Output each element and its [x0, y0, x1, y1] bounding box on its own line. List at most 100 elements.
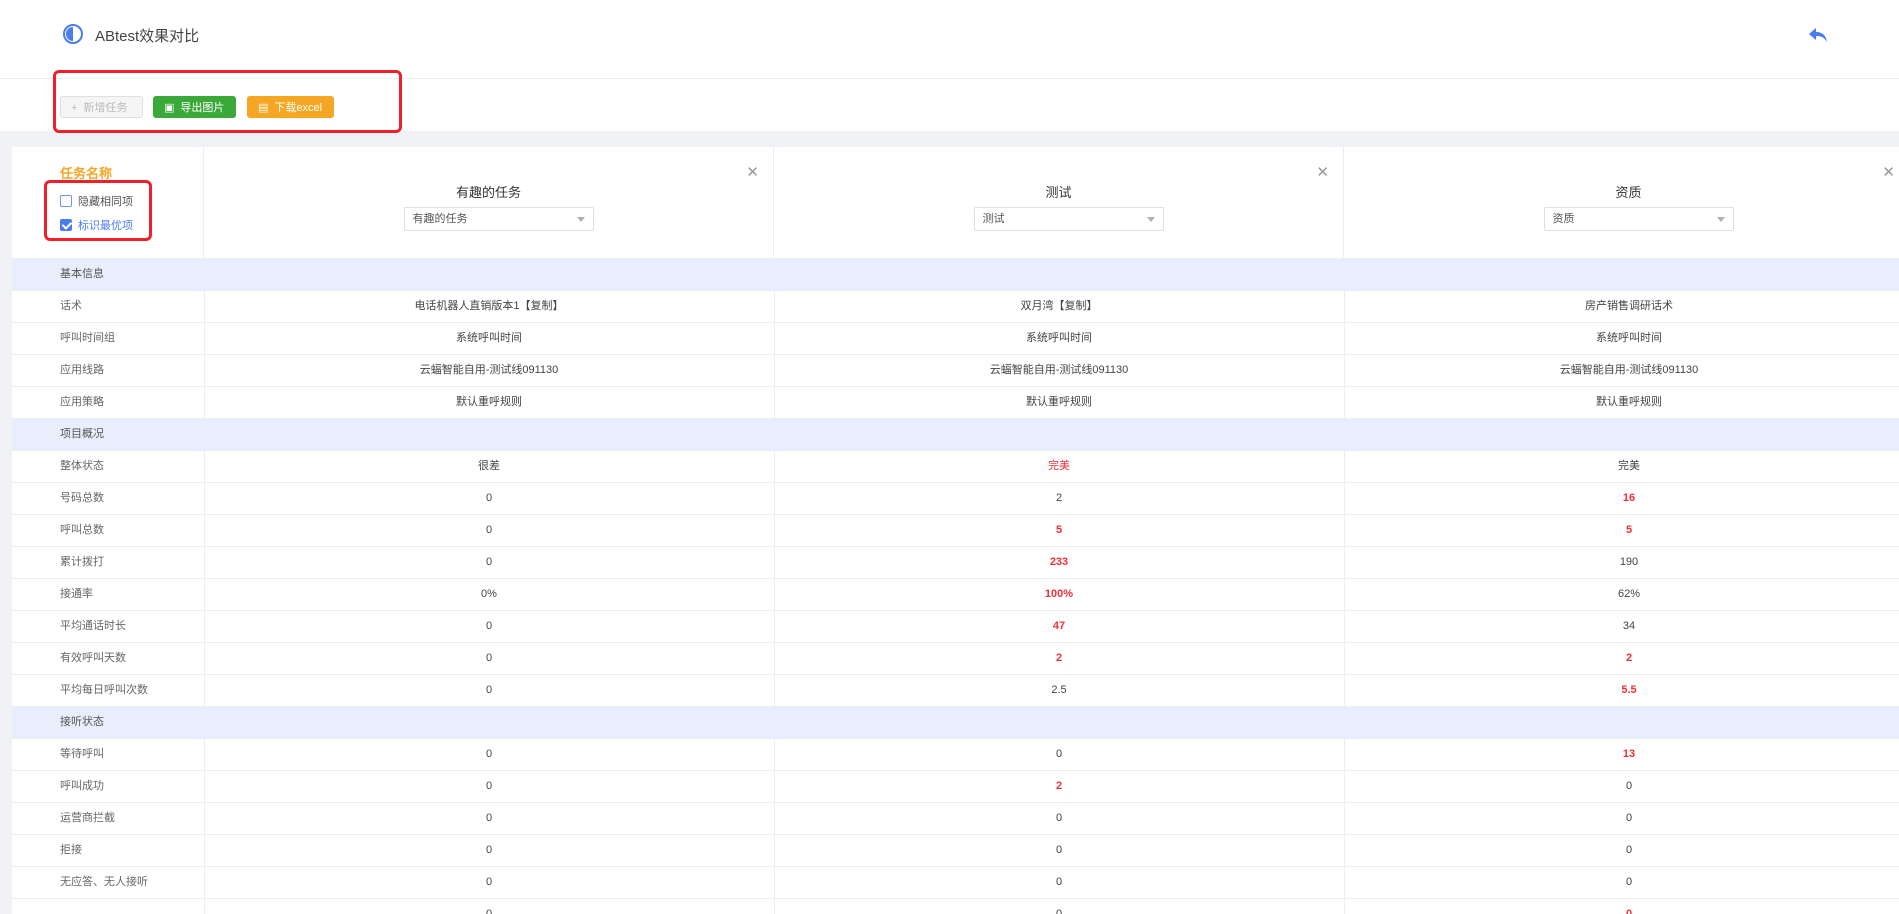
table-row: 话术 电话机器人直销版本1【复制】 双月湾【复制】 房产销售调研话术	[12, 290, 1899, 322]
section-header-row: 项目概况	[12, 418, 1899, 450]
task-select[interactable]: 测试	[973, 207, 1164, 231]
table-cell: 完美	[1618, 460, 1640, 472]
row-label: 有效呼叫天数	[60, 652, 126, 664]
table-cell: 0	[485, 812, 493, 824]
task-select[interactable]: 有趣的任务	[403, 207, 594, 231]
download-excel-button[interactable]: ▤ 下载excel	[247, 96, 334, 118]
table-cell: 16	[1622, 492, 1636, 504]
table-cell: 默认重呼规则	[456, 396, 522, 408]
table-cell: 5	[1625, 524, 1633, 536]
section-title: 接听状态	[60, 716, 104, 728]
table-cell: 云蝠智能自用-测试线091130	[989, 364, 1129, 376]
mark-best-toggle[interactable]: 标识最优项	[60, 217, 133, 233]
table-cell: 0	[1625, 908, 1633, 914]
close-icon[interactable]: ✕	[746, 163, 759, 181]
table-cell: 190	[1619, 556, 1639, 568]
table-cell: 0	[1625, 780, 1633, 792]
table-cell: 默认重呼规则	[1596, 396, 1662, 408]
table-row: 应用策略 默认重呼规则 默认重呼规则 默认重呼规则	[12, 386, 1899, 418]
table-row: 应用线路 云蝠智能自用-测试线091130 云蝠智能自用-测试线091130 云蝠智能…	[12, 354, 1899, 386]
image-icon: ▣	[164, 102, 175, 114]
export-image-label: 导出图片	[180, 102, 225, 114]
table-cell: 47	[1052, 620, 1066, 632]
table-cell: 0	[1055, 812, 1063, 824]
section-title: 项目概况	[60, 428, 104, 440]
row-label: 号码总数	[60, 492, 104, 504]
task-select-value: 有趣的任务	[412, 213, 468, 225]
table-cell: 34	[1622, 620, 1636, 632]
row-label: 呼叫总数	[60, 524, 104, 536]
hide-same-label: 隐藏相同项	[78, 196, 133, 208]
hide-same-checkbox[interactable]	[60, 195, 72, 207]
table-cell: 2	[1055, 492, 1063, 504]
table-cell: 13	[1622, 748, 1636, 760]
table-cell: 0	[1055, 908, 1063, 914]
table-cell: 2	[1055, 652, 1063, 664]
table-row: 有效呼叫天数 0 2 2	[12, 642, 1899, 674]
table-cell: 0	[1055, 876, 1063, 888]
table-cell: 100%	[1044, 588, 1074, 600]
table-cell: 0	[485, 684, 493, 696]
table-cell: 2	[1625, 652, 1633, 664]
row-label: 呼叫成功	[60, 780, 104, 792]
back-arrow-icon[interactable]	[1806, 23, 1830, 47]
table-cell: 2	[1055, 780, 1063, 792]
table-cell: 很差	[478, 460, 500, 472]
row-label: 平均通话时长	[60, 620, 126, 632]
table-cell: 0	[485, 556, 493, 568]
close-icon[interactable]: ✕	[1882, 163, 1895, 181]
toolbar: + 新增任务 ▣ 导出图片 ▤ 下载excel	[0, 79, 1899, 131]
table-cell: 5	[1055, 524, 1063, 536]
table-cell: 房产销售调研话术	[1585, 300, 1673, 312]
table-cell: 5.5	[1621, 684, 1637, 696]
row-label: 应用线路	[60, 364, 104, 376]
table-cell: 0	[485, 620, 493, 632]
row-label: 平均每日呼叫次数	[60, 684, 148, 696]
close-icon[interactable]: ✕	[1316, 163, 1329, 181]
table-cell: 系统呼叫时间	[456, 332, 522, 344]
table-row: 等待呼叫 0 0 13	[12, 738, 1899, 770]
mark-best-checkbox[interactable]	[60, 219, 72, 231]
table-cell: 0	[485, 492, 493, 504]
table-cell: 0%	[481, 588, 497, 600]
table-body: 基本信息 话术 电话机器人直销版本1【复制】 双月湾【复制】 房产销售调研话术 呼叫时间组…	[12, 258, 1899, 914]
table-cell: 电话机器人直销版本1【复制】	[414, 300, 564, 312]
mark-best-label: 标识最优项	[78, 220, 133, 232]
table-cell: 2.5	[1051, 684, 1067, 696]
table-row: 拒接 0 0 0	[12, 834, 1899, 866]
chevron-down-icon	[576, 217, 585, 222]
task-column-header: ✕ 有趣的任务 有趣的任务	[204, 147, 774, 259]
task-name-header: 任务名称 隐藏相同项 标识最优项	[12, 147, 204, 259]
hide-same-toggle[interactable]: 隐藏相同项	[60, 193, 133, 209]
table-row: 无应答、无人接听 0 0 0	[12, 866, 1899, 898]
page-title: ABtest效果对比	[95, 28, 200, 45]
plus-icon: +	[71, 102, 78, 114]
table-cell: 0	[485, 908, 493, 914]
table-cell: 233	[1049, 556, 1069, 568]
comparison-table: 任务名称 隐藏相同项 标识最优项 ✕ 有趣的任务 有趣的任务 ✕ 测试 测试 ✕…	[12, 147, 1899, 914]
table-row: 累计拨打 0 233 190	[12, 546, 1899, 578]
table-cell: 0	[1625, 876, 1633, 888]
table-row: 接通率 0% 100% 62%	[12, 578, 1899, 610]
new-task-label: 新增任务	[83, 102, 128, 114]
section-header-row: 接听状态	[12, 706, 1899, 738]
task-column-header: ✕ 资质 资质	[1344, 147, 1899, 259]
table-row: 整体状态 很差 完美 完美	[12, 450, 1899, 482]
table-cell: 0	[485, 524, 493, 536]
section-header-row: 基本信息	[12, 258, 1899, 290]
table-cell: 0	[485, 652, 493, 664]
row-label: 等待呼叫	[60, 748, 104, 760]
row-label: 拒接	[60, 844, 82, 856]
chevron-down-icon	[1146, 217, 1155, 222]
export-image-button[interactable]: ▣ 导出图片	[153, 96, 236, 118]
new-task-button[interactable]: + 新增任务	[60, 96, 143, 118]
table-cell: 0	[485, 780, 493, 792]
task-select-value: 资质	[1552, 213, 1575, 225]
table-row: 呼叫成功 0 2 0	[12, 770, 1899, 802]
task-select[interactable]: 资质	[1543, 207, 1734, 231]
download-excel-label: 下载excel	[274, 102, 323, 114]
table-cell: 完美	[1048, 460, 1070, 472]
task-column-title: 测试	[1045, 185, 1072, 200]
table-row: 运营商拦截 0 0 0	[12, 802, 1899, 834]
table-cell: 0	[485, 748, 493, 760]
